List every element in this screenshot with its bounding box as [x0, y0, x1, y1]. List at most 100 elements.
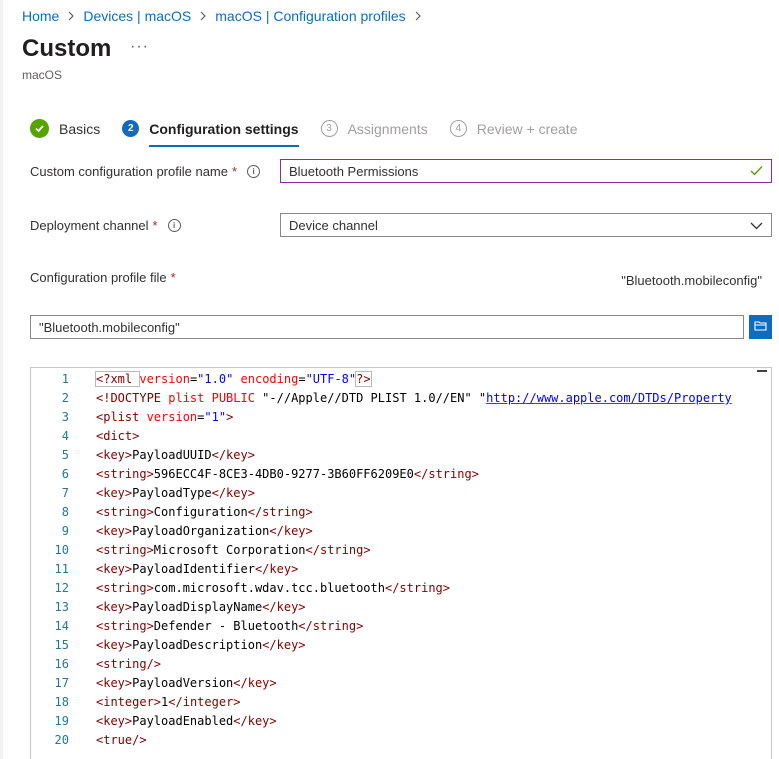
code-token: </key> [262, 638, 306, 652]
code-line: 20 <true/> [31, 731, 771, 750]
code-token: </string> [413, 467, 479, 481]
code-text: <string>Configuration</string> [69, 503, 313, 522]
line-number: 6 [61, 467, 69, 481]
code-text: <string>596ECC4F-8CE3-4DB0-9277-3B60FF62… [69, 465, 479, 484]
code-token: http://www.apple.com/DTDs/Property [486, 391, 732, 405]
code-token: <string> [96, 581, 154, 595]
code-token: <key> [96, 486, 133, 500]
code-token: </key> [262, 600, 306, 614]
code-line: 13 <key>PayloadDisplayName</key> [31, 598, 771, 617]
code-text: <key>PayloadEnabled</key> [69, 712, 277, 731]
line-number: 9 [61, 524, 69, 538]
code-text: <key>PayloadIdentifier</key> [69, 560, 298, 579]
code-token: <key> [96, 448, 133, 462]
step-label: Assignments [347, 120, 428, 137]
code-text: <key>PayloadOrganization</key> [69, 522, 313, 541]
code-token: <!DOCTYPE [96, 391, 169, 405]
code-line: 7 <key>PayloadType</key> [31, 484, 771, 503]
valid-check-icon [750, 163, 763, 179]
more-options-icon[interactable]: ··· [130, 38, 149, 56]
code-token: <dict> [96, 429, 140, 443]
code-token: com.microsoft.wdav.tcc.bluetooth [153, 581, 385, 595]
profile-name-label-text: Custom configuration profile name [30, 164, 228, 179]
line-number: 2 [61, 391, 69, 405]
code-token: <plist [96, 410, 147, 424]
page-subtitle: macOS [22, 68, 63, 82]
line-number: 5 [61, 448, 69, 462]
code-token: Microsoft Corporation [153, 543, 306, 557]
code-token: <string> [96, 619, 154, 633]
step-label: Basics [59, 120, 101, 137]
code-token: </string> [298, 619, 364, 633]
code-token: </key> [233, 676, 277, 690]
code-token: PayloadIdentifier [132, 562, 255, 576]
info-icon[interactable]: i [247, 165, 261, 178]
deployment-channel-label: Deployment channel * i [30, 218, 181, 233]
code-token: <key> [96, 562, 133, 576]
code-line: 11 <key>PayloadIdentifier</key> [31, 560, 771, 579]
line-number: 17 [54, 676, 69, 690]
code-token: ?> [355, 371, 372, 387]
code-token: </string> [305, 543, 371, 557]
code-token: </key> [211, 486, 255, 500]
code-token: </key> [233, 714, 277, 728]
code-token: <key> [96, 676, 133, 690]
chevron-down-icon [750, 218, 763, 233]
deployment-channel-dropdown[interactable]: Device channel [280, 213, 772, 237]
profile-file-input[interactable]: "Bluetooth.mobileconfig" [30, 315, 744, 339]
code-token: Configuration [153, 505, 248, 519]
code-text: <string>Microsoft Corporation</string> [69, 541, 371, 560]
code-token: version [139, 372, 190, 386]
step-configuration-settings[interactable]: 2 Configuration settings [122, 120, 299, 147]
browse-file-button[interactable] [749, 315, 772, 339]
code-line: 10 <string>Microsoft Corporation</string> [31, 541, 771, 560]
code-token: PayloadDescription [132, 638, 263, 652]
code-text: <key>PayloadDisplayName</key> [69, 598, 306, 617]
step-assignments[interactable]: 3 Assignments [320, 120, 428, 137]
wizard-steps: Basics 2 Configuration settings 3 Assign… [30, 119, 600, 147]
folder-icon [754, 318, 767, 336]
code-text: <dict> [69, 427, 139, 446]
selected-file-name: "Bluetooth.mobileconfig" [621, 273, 762, 288]
code-line: 15 <key>PayloadDescription</key> [31, 636, 771, 655]
breadcrumb-home[interactable]: Home [22, 8, 59, 24]
breadcrumb-devices-macos[interactable]: Devices | macOS [83, 8, 191, 24]
line-number: 1 [61, 372, 69, 386]
chevron-right-icon [67, 11, 75, 21]
code-line: 6 <string>596ECC4F-8CE3-4DB0-9277-3B60FF6… [31, 465, 771, 484]
code-text: <key>PayloadType</key> [69, 484, 255, 503]
code-token: <string> [96, 543, 154, 557]
code-token: "1.0" [197, 372, 234, 386]
code-token: 596ECC4F-8CE3-4DB0-9277-3B60FF6209E0 [153, 467, 414, 481]
code-line: 18 <integer>1</integer> [31, 693, 771, 712]
code-token: PayloadVersion [132, 676, 234, 690]
code-token: </key> [269, 524, 313, 538]
profile-name-value: Bluetooth Permissions [289, 163, 419, 179]
code-token: </integer> [168, 695, 241, 709]
code-token: <key> [96, 638, 133, 652]
code-token: "-//Apple//DTD PLIST 1.0//EN" " [262, 391, 487, 405]
profile-name-label: Custom configuration profile name * i [30, 164, 261, 179]
step-basics[interactable]: Basics [30, 119, 100, 138]
code-line: 5 <key>PayloadUUID</key> [31, 446, 771, 465]
code-text: <integer>1</integer> [69, 693, 241, 712]
step-review-create[interactable]: 4 Review + create [449, 120, 578, 137]
profile-name-input[interactable]: Bluetooth Permissions [280, 159, 772, 183]
line-number: 18 [54, 695, 69, 709]
code-text: <?xml version="1.0" encoding="UTF-8"?> [69, 370, 372, 389]
line-number: 4 [61, 429, 69, 443]
code-token: <string> [96, 505, 154, 519]
code-line: 16 <string/> [31, 655, 771, 674]
code-editor[interactable]: 1 <?xml version="1.0" encoding="UTF-8"?> 2… [30, 367, 772, 759]
breadcrumb-configuration-profiles[interactable]: macOS | Configuration profiles [215, 8, 405, 24]
code-token: encoding [240, 372, 299, 386]
line-number: 19 [54, 714, 69, 728]
code-token: <string/> [96, 657, 162, 671]
deployment-channel-value: Device channel [289, 217, 378, 233]
code-line: 9 <key>PayloadOrganization</key> [31, 522, 771, 541]
line-number: 16 [54, 657, 69, 671]
info-icon[interactable]: i [167, 219, 181, 232]
scrollbar-thumb[interactable] [757, 370, 767, 372]
code-text: <plist version="1"> [69, 408, 233, 427]
code-token: <integer> [96, 695, 162, 709]
